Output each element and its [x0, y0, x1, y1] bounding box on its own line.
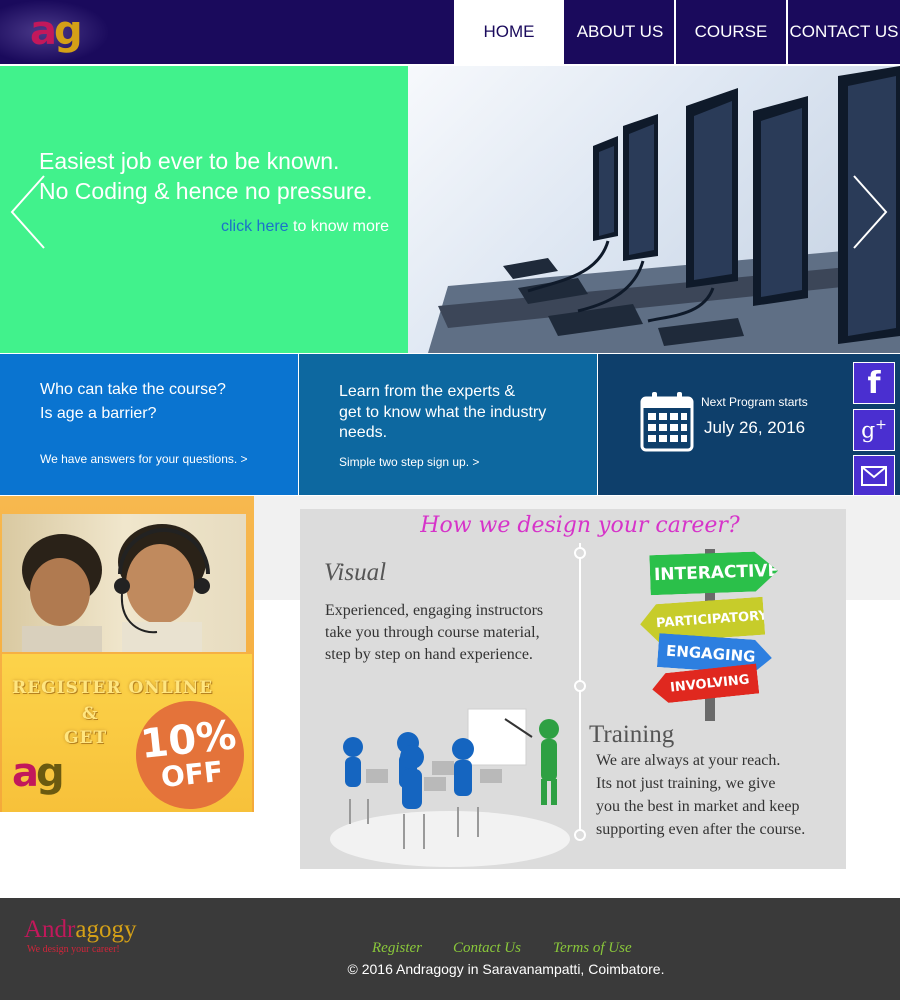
training-line: Its not just training, we give — [596, 775, 776, 792]
footer-brand[interactable]: Andragogy — [24, 916, 137, 944]
hero-subheadline: No Coding & hence no pressure. — [39, 178, 373, 204]
computer-lab-illustration — [428, 66, 900, 353]
visual-line: Experienced, engaging instructors — [325, 602, 544, 619]
promo-logo: ag — [12, 750, 65, 796]
nav-home[interactable]: HOME — [454, 0, 564, 64]
footer-link-register[interactable]: Register — [372, 940, 422, 957]
facebook-icon[interactable]: f — [853, 362, 895, 404]
hero-headline: Easiest job ever to be known. — [39, 148, 340, 174]
click-here-link[interactable]: click here — [221, 218, 289, 235]
get-text: GET — [64, 728, 108, 748]
training-line: We are always at your reach. — [596, 752, 781, 769]
hero-text-panel: Easiest job ever to be known. No Coding … — [0, 66, 408, 353]
info-box-line: Is age a barrier? — [40, 405, 157, 422]
info-box-line: Learn from the experts & — [339, 383, 516, 400]
footer-tagline: We design your career! — [27, 944, 120, 955]
google-plus-icon[interactable]: g+ — [853, 409, 895, 451]
email-icon[interactable] — [853, 455, 895, 497]
ampersand-text: & — [82, 704, 99, 724]
visual-heading: Visual — [324, 559, 387, 586]
info-box-experts[interactable]: Learn from the experts & get to know wha… — [299, 354, 597, 495]
chevron-right-icon[interactable] — [850, 172, 890, 252]
sign-interactive: INTERACTIVE — [649, 551, 778, 595]
training-line: you the best in market and keep — [596, 798, 800, 815]
footer-link-contact-us[interactable]: Contact Us — [453, 940, 521, 957]
chevron-left-icon[interactable] — [8, 172, 48, 252]
next-program-date: July 26, 2016 — [704, 418, 806, 437]
timeline-dot — [574, 680, 586, 692]
computer-lab-image — [408, 66, 900, 353]
info-box-course-eligibility[interactable]: Who can take the course? Is age a barrie… — [0, 354, 298, 495]
career-design-panel: How we design your career? Visual Experi… — [300, 509, 846, 869]
register-online-text: REGISTER ONLINE — [12, 678, 214, 698]
footer-copyright: © 2016 Andragogy in Saravanampatti, Coim… — [347, 961, 665, 977]
know-more-text: to know more — [293, 218, 390, 235]
sign-up-link[interactable]: Simple two step sign up. > — [339, 455, 479, 469]
answers-link[interactable]: We have answers for your questions. > — [40, 452, 248, 466]
timeline-dot — [574, 547, 586, 559]
hero-slider: Easiest job ever to be known. No Coding … — [0, 66, 900, 353]
register-online-promo[interactable]: REGISTER ONLINE & GET 10% OFF ag — [0, 496, 254, 815]
classroom-illustration — [330, 708, 570, 867]
hero-call-to-action: click here to know more — [221, 218, 389, 236]
site-footer: Andragogy We design your career! Registe… — [0, 898, 900, 1000]
training-heading: Training — [589, 721, 675, 748]
nav-course[interactable]: COURSE — [676, 0, 786, 64]
info-box-line: needs. — [339, 424, 388, 441]
calendar-icon — [640, 392, 694, 452]
call-center-photo — [2, 514, 246, 652]
training-line: supporting even after the course. — [596, 821, 806, 838]
nav-about-us[interactable]: ABOUT US — [566, 0, 674, 64]
footer-link-terms-of-use[interactable]: Terms of Use — [553, 940, 632, 957]
site-logo[interactable]: ag — [0, 0, 110, 64]
nav-contact-us[interactable]: CONTACT US — [788, 0, 900, 64]
info-box-line: Who can take the course? — [40, 381, 226, 398]
logo-text: ag — [30, 8, 83, 54]
visual-line: take you through course material, — [325, 624, 540, 641]
discount-off: OFF — [159, 754, 225, 795]
top-navigation-bar: ag HOME ABOUT US COURSE CONTACT US — [0, 0, 900, 64]
next-program-caption: Next Program starts — [701, 395, 808, 409]
visual-line: step by step on hand experience. — [325, 646, 533, 663]
sign-involving: INVOLVING — [651, 664, 760, 705]
career-title: How we design your career? — [420, 513, 740, 538]
